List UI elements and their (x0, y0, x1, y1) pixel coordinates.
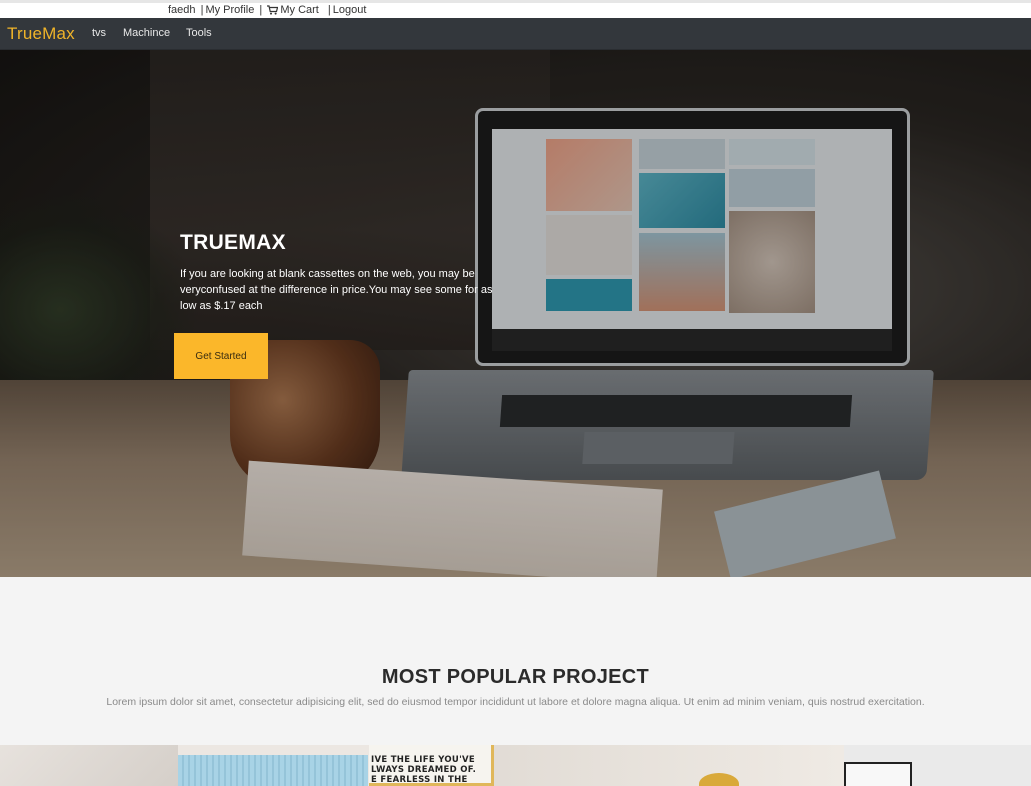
separator: | (259, 4, 263, 16)
get-started-button[interactable]: Get Started (174, 333, 268, 379)
poster-line: E FEARLESS IN THE (371, 775, 468, 785)
separator: | (327, 4, 331, 16)
nav-item-machince[interactable]: Machince (123, 27, 170, 39)
poster-image: IVE THE LIFE YOU'VE LWAYS DREAMED OF. E … (369, 745, 494, 786)
poster-line: LWAYS DREAMED OF. (371, 765, 477, 775)
hero-title: TRUEMAX (180, 231, 286, 254)
logout-link[interactable]: Logout (333, 4, 367, 16)
hero-banner: TRUEMAX If you are looking at blank cass… (0, 50, 1031, 577)
poster-line: IVE THE LIFE YOU'VE (371, 755, 476, 765)
brand-logo[interactable]: TrueMax (7, 24, 75, 44)
my-profile-link[interactable]: My Profile (205, 4, 254, 16)
project-image[interactable]: IVE THE LIFE YOU'VE LWAYS DREAMED OF. E … (369, 745, 844, 786)
top-utility-bar: faedh | My Profile | My Cart | Logout (0, 0, 1031, 18)
main-navbar: TrueMax tvs Machince Tools (0, 18, 1031, 50)
project-image[interactable] (178, 745, 369, 786)
hero-overlay (0, 50, 1031, 577)
lamp-image (699, 773, 739, 786)
cart-icon (267, 5, 279, 15)
account-links: faedh | My Profile | My Cart | Logout (168, 4, 366, 16)
username-link[interactable]: faedh (168, 4, 196, 16)
section-title: MOST POPULAR PROJECT (381, 666, 650, 688)
my-cart-label: My Cart (280, 4, 319, 16)
section-subtitle: Lorem ipsum dolor sit amet, consectetur … (106, 696, 925, 708)
hero-description: If you are looking at blank cassettes on… (180, 268, 493, 312)
project-image[interactable] (0, 745, 178, 786)
nav-item-tvs[interactable]: tvs (92, 27, 106, 39)
project-image[interactable] (844, 745, 1031, 786)
project-gallery: IVE THE LIFE YOU'VE LWAYS DREAMED OF. E … (0, 745, 1031, 786)
my-cart-link[interactable]: My Cart (267, 4, 319, 16)
nav-item-tools[interactable]: Tools (186, 27, 212, 39)
